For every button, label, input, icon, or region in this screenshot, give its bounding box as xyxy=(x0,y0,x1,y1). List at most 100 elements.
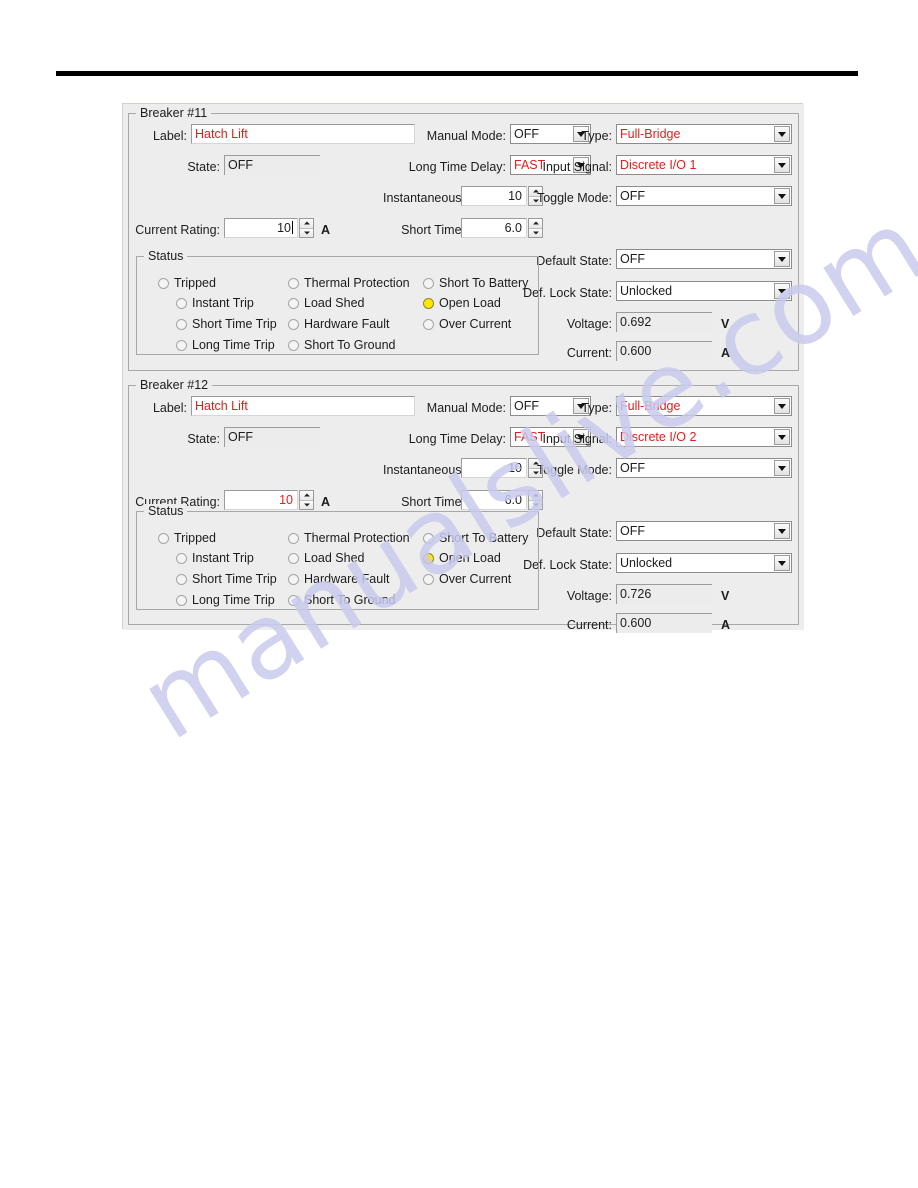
status-radio-short-to-battery[interactable]: Short To Battery xyxy=(423,276,528,290)
state-field-label: State: xyxy=(187,160,220,174)
status-radio-label: Short To Ground xyxy=(304,338,396,352)
current-unit: A xyxy=(721,346,731,360)
type-combo[interactable]: Full-Bridge xyxy=(616,396,792,416)
chevron-down-icon[interactable] xyxy=(774,398,790,414)
chevron-down-icon[interactable] xyxy=(774,126,790,142)
toggle-mode-combo[interactable]: OFF xyxy=(616,186,792,206)
status-radio-short-to-battery[interactable]: Short To Battery xyxy=(423,531,528,545)
voltage-unit: V xyxy=(721,589,730,603)
chevron-down-icon[interactable] xyxy=(774,157,790,173)
status-radio-label: Long Time Trip xyxy=(192,338,275,352)
short-time-pickup-input[interactable]: 6.0 xyxy=(461,490,527,510)
chevron-down-icon[interactable] xyxy=(774,429,790,445)
input-signal-value: Discrete I/O 1 xyxy=(620,158,697,172)
manual-mode-value: OFF xyxy=(514,127,539,141)
radio-indicator-icon xyxy=(288,318,299,330)
status-radio-tripped[interactable]: Tripped xyxy=(158,276,216,290)
status-radio-long-time-trip[interactable]: Long Time Trip xyxy=(176,593,275,607)
radio-indicator-icon xyxy=(288,532,299,544)
chevron-down-icon[interactable] xyxy=(774,283,790,299)
default-state-combo[interactable]: OFF xyxy=(616,249,792,269)
status-radio-open-load[interactable]: Open Load xyxy=(423,296,501,310)
status-radio-label: Instant Trip xyxy=(192,551,254,565)
breaker-configuration-dialog: Breaker #11 Label: Hatch Lift State: OFF… xyxy=(122,103,804,633)
chevron-down-icon[interactable] xyxy=(774,188,790,204)
input-signal-label: Input Signal: xyxy=(542,160,613,174)
toggle-mode-value: OFF xyxy=(620,189,645,203)
radio-indicator-icon xyxy=(423,277,434,289)
toggle-mode-value: OFF xyxy=(620,461,645,475)
status-radio-over-current[interactable]: Over Current xyxy=(423,317,511,331)
label-field-label: Label: xyxy=(152,129,187,143)
current-rating-spinner[interactable] xyxy=(299,218,314,238)
spinner-down-icon[interactable] xyxy=(529,228,542,237)
short-time-pickup-input[interactable]: 6.0 xyxy=(461,218,527,238)
current-label: Current: xyxy=(566,618,612,632)
status-radio-label: Short To Ground xyxy=(304,593,396,607)
spinner-down-icon[interactable] xyxy=(300,500,313,509)
def-lock-state-value: Unlocked xyxy=(620,284,673,298)
voltage-label: Voltage: xyxy=(566,317,612,331)
status-radio-over-current[interactable]: Over Current xyxy=(423,572,511,586)
short-time-pickup-spinner[interactable] xyxy=(528,490,543,510)
long-time-delay-label: Long Time Delay: xyxy=(408,160,506,174)
default-state-value: OFF xyxy=(620,252,645,266)
status-radio-label: Short Time Trip xyxy=(192,317,277,331)
spinner-up-icon[interactable] xyxy=(529,219,542,229)
status-radio-thermal-protection[interactable]: Thermal Protection xyxy=(288,276,410,290)
radio-indicator-icon xyxy=(176,297,187,309)
spinner-down-icon[interactable] xyxy=(529,500,542,509)
current-rating-input[interactable]: 10 xyxy=(224,490,298,510)
status-radio-label: Short Time Trip xyxy=(192,572,277,586)
status-radio-short-time-trip[interactable]: Short Time Trip xyxy=(176,572,277,586)
short-time-pickup-spinner[interactable] xyxy=(528,218,543,238)
status-radio-load-shed[interactable]: Load Shed xyxy=(288,296,364,310)
chevron-down-icon[interactable] xyxy=(774,555,790,571)
status-radio-long-time-trip[interactable]: Long Time Trip xyxy=(176,338,275,352)
spinner-down-icon[interactable] xyxy=(300,228,313,237)
breaker-groupbox-title: Breaker #11 xyxy=(136,106,212,120)
status-radio-hardware-fault[interactable]: Hardware Fault xyxy=(288,572,389,586)
input-signal-label: Input Signal: xyxy=(542,432,613,446)
current-unit: A xyxy=(721,618,731,632)
type-combo[interactable]: Full-Bridge xyxy=(616,124,792,144)
status-radio-tripped[interactable]: Tripped xyxy=(158,531,216,545)
input-signal-combo[interactable]: Discrete I/O 2 xyxy=(616,427,792,447)
def-lock-state-value: Unlocked xyxy=(620,556,673,570)
chevron-down-icon[interactable] xyxy=(774,251,790,267)
radio-indicator-icon xyxy=(288,552,299,564)
chevron-down-icon[interactable] xyxy=(774,523,790,539)
state-value: OFF xyxy=(224,155,320,175)
status-radio-label: Over Current xyxy=(439,317,512,331)
def-lock-state-combo[interactable]: Unlocked xyxy=(616,281,792,301)
current-rating-spinner[interactable] xyxy=(299,490,314,510)
status-radio-load-shed[interactable]: Load Shed xyxy=(288,551,364,565)
current-rating-input[interactable]: 10 xyxy=(224,218,298,238)
def-lock-state-combo[interactable]: Unlocked xyxy=(616,553,792,573)
spinner-up-icon[interactable] xyxy=(529,491,542,501)
status-radio-label: Thermal Protection xyxy=(304,531,410,545)
status-radio-short-to-ground[interactable]: Short To Ground xyxy=(288,338,396,352)
status-groupbox-title: Status xyxy=(144,249,188,263)
status-radio-short-to-ground[interactable]: Short To Ground xyxy=(288,593,396,607)
input-signal-combo[interactable]: Discrete I/O 1 xyxy=(616,155,792,175)
status-radio-instant-trip[interactable]: Instant Trip xyxy=(176,551,254,565)
spinner-up-icon[interactable] xyxy=(300,219,313,229)
toggle-mode-label: Toggle Mode: xyxy=(536,191,612,205)
status-radio-label: Hardware Fault xyxy=(304,572,390,586)
status-radio-thermal-protection[interactable]: Thermal Protection xyxy=(288,531,410,545)
chevron-down-icon[interactable] xyxy=(774,460,790,476)
toggle-mode-combo[interactable]: OFF xyxy=(616,458,792,478)
radio-indicator-icon xyxy=(288,594,299,606)
state-value: OFF xyxy=(224,427,320,447)
spinner-up-icon[interactable] xyxy=(300,491,313,501)
status-radio-hardware-fault[interactable]: Hardware Fault xyxy=(288,317,389,331)
status-radio-instant-trip[interactable]: Instant Trip xyxy=(176,296,254,310)
default-state-combo[interactable]: OFF xyxy=(616,521,792,541)
default-state-value: OFF xyxy=(620,524,645,538)
type-value: Full-Bridge xyxy=(620,399,681,413)
status-radio-label: Short To Battery xyxy=(439,276,529,290)
status-radio-short-time-trip[interactable]: Short Time Trip xyxy=(176,317,277,331)
status-radio-open-load[interactable]: Open Load xyxy=(423,551,501,565)
state-field-label: State: xyxy=(187,432,220,446)
